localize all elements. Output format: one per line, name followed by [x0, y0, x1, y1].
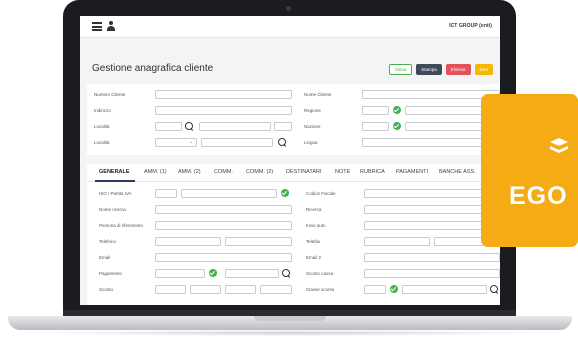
- sconto2-input[interactable]: [190, 285, 221, 294]
- print-button[interactable]: Stampa: [416, 64, 442, 75]
- check-icon: [393, 106, 401, 114]
- iso-piva-label: ISO / Partita IVA: [99, 191, 132, 196]
- action-buttons: Salva Stampa Elimina Esci: [389, 64, 494, 75]
- app-screen: ICT GROUP (enti) Gestione anagrafica cli…: [80, 16, 500, 305]
- tab-destinatari[interactable]: DESTINATARI: [286, 169, 322, 175]
- tab-comm[interactable]: COMM.: [214, 169, 233, 175]
- pagamento-code-input[interactable]: [155, 269, 205, 278]
- indirizzo-input[interactable]: [155, 106, 292, 115]
- localita-input[interactable]: [199, 122, 271, 131]
- check-icon: [393, 122, 401, 130]
- nome-ricerca-label: Nome ricerca: [99, 207, 126, 212]
- nazione-label: Nazione: [304, 124, 321, 129]
- email-label: Email: [99, 255, 111, 260]
- sconto4-input[interactable]: [260, 285, 292, 294]
- chevron-down-icon: ⌄: [189, 139, 194, 145]
- email2-input[interactable]: [364, 253, 500, 262]
- ricerca-label: Ricerca: [306, 207, 322, 212]
- piva-input[interactable]: [181, 189, 277, 198]
- email-input[interactable]: [155, 253, 292, 262]
- codice-fiscale-label: Codice Fiscale: [306, 191, 336, 196]
- codice-fiscale-input[interactable]: [364, 189, 500, 198]
- save-button[interactable]: Salva: [389, 64, 413, 75]
- ricerca-input[interactable]: [364, 205, 500, 214]
- nazione-code-input[interactable]: [362, 122, 389, 131]
- persona-riferimento-input[interactable]: [155, 221, 292, 230]
- hamburger-menu-icon[interactable]: [92, 22, 102, 31]
- localita2-input[interactable]: [201, 138, 273, 147]
- sconto-cassa-input[interactable]: [364, 269, 500, 278]
- customer-main-form: Numero Cliente Indirizzo Località Locali…: [87, 84, 500, 155]
- ego-badge: EGO: [481, 94, 578, 247]
- search-icon[interactable]: [490, 285, 499, 294]
- user-icon[interactable]: [107, 21, 115, 32]
- pagamento-label: Pagamento: [99, 271, 123, 276]
- tab-rubrica[interactable]: RUBRICA: [360, 169, 385, 175]
- search-icon[interactable]: [278, 138, 287, 147]
- persona-riferimento-label: Persona di riferimento: [99, 223, 144, 228]
- pagamento-input[interactable]: [225, 269, 279, 278]
- lingua-label: Lingua: [304, 140, 318, 145]
- check-icon: [281, 189, 289, 197]
- tab-pagamenti[interactable]: PAGAMENTI: [396, 169, 428, 175]
- camera: [286, 6, 291, 11]
- regione-label: Regione: [304, 108, 321, 113]
- sconto3-input[interactable]: [225, 285, 256, 294]
- lingua-input[interactable]: [362, 138, 500, 147]
- email2-label: Email 2: [306, 255, 322, 260]
- top-bar: ICT GROUP (enti): [80, 16, 500, 38]
- tab-generale[interactable]: GENERALE: [99, 169, 130, 175]
- ego-logo-icon: [550, 138, 568, 153]
- telefono-label: Telefono: [99, 239, 117, 244]
- search-icon[interactable]: [185, 122, 194, 131]
- page-title: Gestione anagrafica cliente: [92, 63, 214, 74]
- classe-sconto-label: Classe sconto: [306, 287, 335, 292]
- iso-input[interactable]: [155, 189, 177, 198]
- check-icon: [209, 269, 217, 277]
- tab-bar: GENERALE AMM. (1) AMM. (2) COMM. COMM. (…: [87, 164, 500, 182]
- telefono2-input[interactable]: [225, 237, 292, 246]
- indirizzo-label: Indirizzo: [94, 108, 111, 113]
- provincia-input[interactable]: [274, 122, 292, 131]
- tab-note[interactable]: NOTE: [335, 169, 350, 175]
- tab-amm-1[interactable]: AMM. (1): [144, 169, 167, 175]
- search-icon[interactable]: [282, 269, 291, 278]
- sconto1-input[interactable]: [155, 285, 186, 294]
- active-tab-indicator: [95, 180, 135, 182]
- laptop-mockup: ICT GROUP (enti) Gestione anagrafica cli…: [0, 0, 578, 340]
- sconto-label: Sconto: [99, 287, 114, 292]
- tabbed-form: GENERALE AMM. (1) AMM. (2) COMM. COMM. (…: [87, 164, 500, 305]
- nome-cliente-label: Nome Cliente: [304, 92, 332, 97]
- telefax-label: Telefax: [306, 239, 321, 244]
- ego-badge-text: EGO: [509, 182, 568, 210]
- invio-auto-input[interactable]: [364, 221, 500, 230]
- cap-input[interactable]: [155, 122, 182, 131]
- classe-sconto-code-input[interactable]: [364, 285, 386, 294]
- exit-button[interactable]: Esci: [474, 64, 494, 75]
- check-icon: [390, 285, 398, 293]
- classe-sconto-input[interactable]: [402, 285, 487, 294]
- telefax-input[interactable]: [364, 237, 430, 246]
- company-name: ICT GROUP (enti): [449, 23, 492, 29]
- localita2-label: Località: [94, 140, 110, 145]
- numero-cliente-label: Numero Cliente: [94, 92, 126, 97]
- invio-auto-label: Invio auto: [306, 223, 326, 228]
- laptop-shadow: [30, 330, 550, 336]
- nome-ricerca-input[interactable]: [155, 205, 292, 214]
- localita-label: Località: [94, 124, 110, 129]
- tab-amm-2[interactable]: AMM. (2): [178, 169, 201, 175]
- tab-comm-2[interactable]: COMM. (2): [246, 169, 273, 175]
- laptop-base: [8, 316, 572, 330]
- numero-cliente-input[interactable]: [155, 90, 292, 99]
- telefono-input[interactable]: [155, 237, 221, 246]
- tab-banche[interactable]: BANCHE ASS.: [439, 169, 476, 175]
- regione-code-input[interactable]: [362, 106, 389, 115]
- sconto-cassa-label: Sconto cassa: [306, 271, 334, 276]
- nome-cliente-input[interactable]: [362, 90, 500, 99]
- delete-button[interactable]: Elimina: [445, 64, 471, 75]
